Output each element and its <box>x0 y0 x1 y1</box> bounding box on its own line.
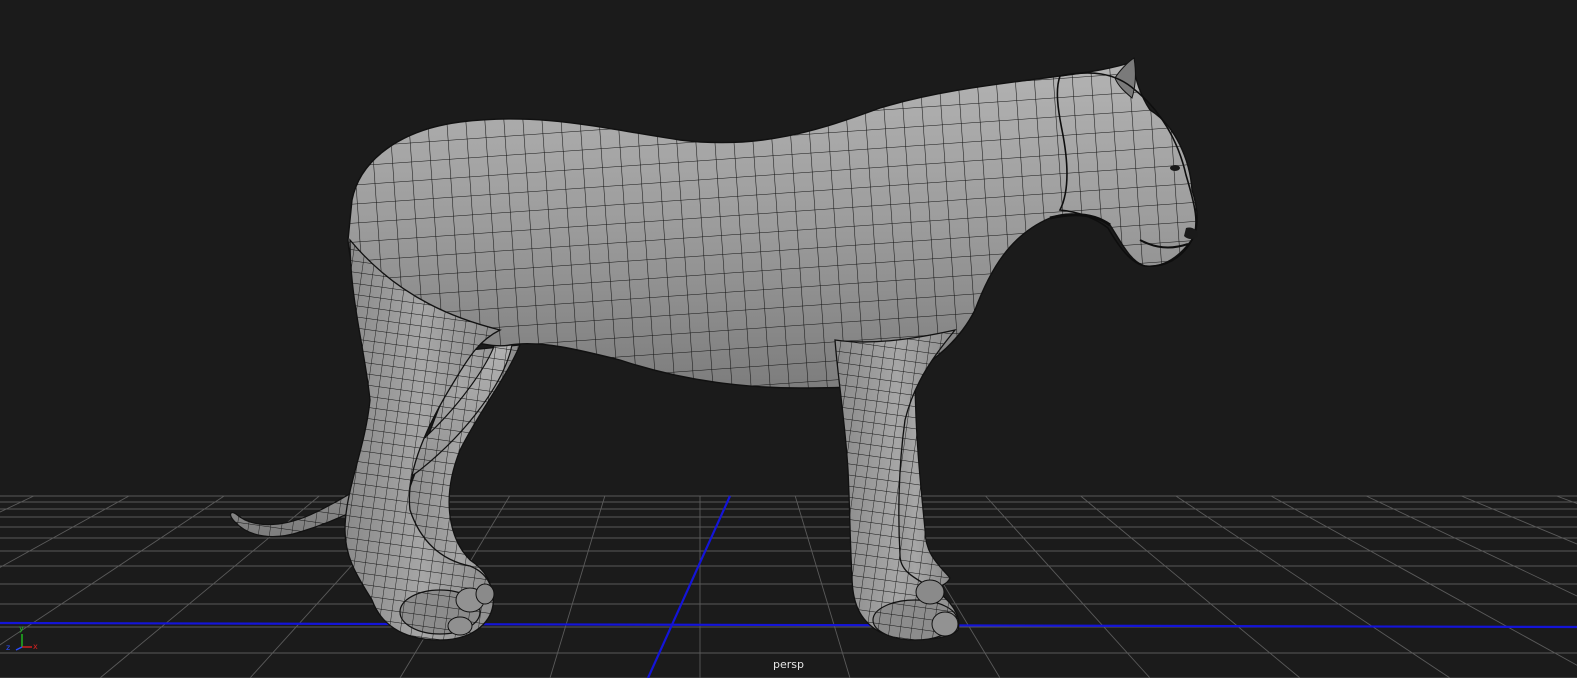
eye <box>1170 165 1180 171</box>
camera-name-label: persp <box>773 658 804 671</box>
world-x-axis-line <box>0 621 1577 629</box>
grid-line <box>794 495 851 678</box>
panther-mesh[interactable] <box>230 57 1198 641</box>
grid-line <box>549 495 606 678</box>
grid-line <box>1175 495 1451 678</box>
grid-line <box>1461 495 1577 545</box>
grid-line <box>985 495 1151 678</box>
gizmo-z-axis <box>15 646 23 651</box>
gizmo-z-label: z <box>6 643 11 652</box>
world-z-axis-line <box>646 495 732 678</box>
grid-line <box>1080 495 1301 678</box>
perspective-viewport[interactable]: y z x persp <box>0 0 1577 678</box>
scene-canvas[interactable] <box>0 0 1577 678</box>
view-axis-gizmo: y z x <box>2 625 42 655</box>
grid-line <box>1366 495 1577 597</box>
gizmo-y-label: y <box>19 624 24 633</box>
gizmo-x-label: x <box>33 642 38 651</box>
grid-line <box>1556 495 1577 504</box>
